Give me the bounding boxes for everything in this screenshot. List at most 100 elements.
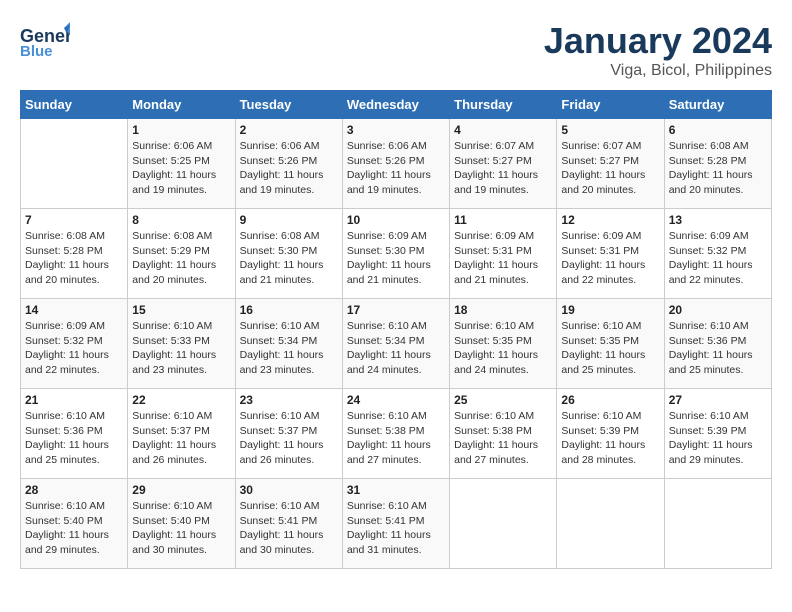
page-header: General Blue January 2024 Viga, Bicol, P…: [20, 20, 772, 80]
day-number: 12: [561, 213, 659, 227]
day-number: 27: [669, 393, 767, 407]
day-info: Sunrise: 6:09 AM Sunset: 5:32 PM Dayligh…: [669, 229, 767, 288]
calendar-cell: 10 Sunrise: 6:09 AM Sunset: 5:30 PM Dayli…: [342, 209, 449, 299]
day-number: 31: [347, 483, 445, 497]
day-number: 8: [132, 213, 230, 227]
day-info: Sunrise: 6:06 AM Sunset: 5:25 PM Dayligh…: [132, 139, 230, 198]
day-info: Sunrise: 6:10 AM Sunset: 5:38 PM Dayligh…: [347, 409, 445, 468]
day-info: Sunrise: 6:10 AM Sunset: 5:37 PM Dayligh…: [132, 409, 230, 468]
day-info: Sunrise: 6:10 AM Sunset: 5:40 PM Dayligh…: [25, 499, 123, 558]
weekday-header: Thursday: [450, 91, 557, 119]
day-info: Sunrise: 6:08 AM Sunset: 5:28 PM Dayligh…: [669, 139, 767, 198]
calendar-cell: [664, 479, 771, 569]
weekday-header: Monday: [128, 91, 235, 119]
calendar-cell: [557, 479, 664, 569]
calendar-cell: 27 Sunrise: 6:10 AM Sunset: 5:39 PM Dayli…: [664, 389, 771, 479]
title-block: January 2024 Viga, Bicol, Philippines: [544, 20, 772, 80]
day-number: 15: [132, 303, 230, 317]
calendar-cell: 30 Sunrise: 6:10 AM Sunset: 5:41 PM Dayli…: [235, 479, 342, 569]
day-info: Sunrise: 6:09 AM Sunset: 5:30 PM Dayligh…: [347, 229, 445, 288]
calendar-cell: 4Sunrise: 6:07 AM Sunset: 5:27 PM Daylig…: [450, 119, 557, 209]
day-number: 19: [561, 303, 659, 317]
calendar-cell: 21 Sunrise: 6:10 AM Sunset: 5:36 PM Dayli…: [21, 389, 128, 479]
day-info: Sunrise: 6:10 AM Sunset: 5:39 PM Dayligh…: [669, 409, 767, 468]
day-info: Sunrise: 6:06 AM Sunset: 5:26 PM Dayligh…: [347, 139, 445, 198]
day-number: 3: [347, 123, 445, 137]
weekday-header: Saturday: [664, 91, 771, 119]
day-info: Sunrise: 6:09 AM Sunset: 5:32 PM Dayligh…: [25, 319, 123, 378]
calendar-cell: 5 Sunrise: 6:07 AM Sunset: 5:27 PM Daylig…: [557, 119, 664, 209]
day-info: Sunrise: 6:10 AM Sunset: 5:37 PM Dayligh…: [240, 409, 338, 468]
calendar-cell: 9 Sunrise: 6:08 AM Sunset: 5:30 PM Daylig…: [235, 209, 342, 299]
calendar-cell: 20 Sunrise: 6:10 AM Sunset: 5:36 PM Dayli…: [664, 299, 771, 389]
calendar-cell: 11 Sunrise: 6:09 AM Sunset: 5:31 PM Dayli…: [450, 209, 557, 299]
day-info: Sunrise: 6:10 AM Sunset: 5:34 PM Dayligh…: [240, 319, 338, 378]
calendar-table: SundayMondayTuesdayWednesdayThursdayFrid…: [20, 90, 772, 569]
day-info: Sunrise: 6:08 AM Sunset: 5:28 PM Dayligh…: [25, 229, 123, 288]
day-info: Sunrise: 6:08 AM Sunset: 5:30 PM Dayligh…: [240, 229, 338, 288]
day-number: 29: [132, 483, 230, 497]
calendar-cell: 28Sunrise: 6:10 AM Sunset: 5:40 PM Dayli…: [21, 479, 128, 569]
calendar-cell: 13 Sunrise: 6:09 AM Sunset: 5:32 PM Dayli…: [664, 209, 771, 299]
day-info: Sunrise: 6:10 AM Sunset: 5:34 PM Dayligh…: [347, 319, 445, 378]
day-number: 7: [25, 213, 123, 227]
day-number: 21: [25, 393, 123, 407]
calendar-cell: 24 Sunrise: 6:10 AM Sunset: 5:38 PM Dayli…: [342, 389, 449, 479]
day-info: Sunrise: 6:08 AM Sunset: 5:29 PM Dayligh…: [132, 229, 230, 288]
calendar-cell: 2 Sunrise: 6:06 AM Sunset: 5:26 PM Daylig…: [235, 119, 342, 209]
calendar-cell: 31Sunrise: 6:10 AM Sunset: 5:41 PM Dayli…: [342, 479, 449, 569]
day-info: Sunrise: 6:06 AM Sunset: 5:26 PM Dayligh…: [240, 139, 338, 198]
calendar-cell: 19Sunrise: 6:10 AM Sunset: 5:35 PM Dayli…: [557, 299, 664, 389]
day-number: 14: [25, 303, 123, 317]
calendar-cell: 16Sunrise: 6:10 AM Sunset: 5:34 PM Dayli…: [235, 299, 342, 389]
day-info: Sunrise: 6:10 AM Sunset: 5:38 PM Dayligh…: [454, 409, 552, 468]
weekday-header: Wednesday: [342, 91, 449, 119]
day-info: Sunrise: 6:10 AM Sunset: 5:41 PM Dayligh…: [240, 499, 338, 558]
day-number: 5: [561, 123, 659, 137]
calendar-cell: [21, 119, 128, 209]
location: Viga, Bicol, Philippines: [544, 62, 772, 80]
day-number: 10: [347, 213, 445, 227]
day-number: 22: [132, 393, 230, 407]
calendar-cell: 26Sunrise: 6:10 AM Sunset: 5:39 PM Dayli…: [557, 389, 664, 479]
calendar-week-row: 7 Sunrise: 6:08 AM Sunset: 5:28 PM Daylig…: [21, 209, 772, 299]
day-number: 23: [240, 393, 338, 407]
day-info: Sunrise: 6:10 AM Sunset: 5:36 PM Dayligh…: [669, 319, 767, 378]
day-info: Sunrise: 6:09 AM Sunset: 5:31 PM Dayligh…: [454, 229, 552, 288]
calendar-cell: 17 Sunrise: 6:10 AM Sunset: 5:34 PM Dayli…: [342, 299, 449, 389]
day-number: 25: [454, 393, 552, 407]
calendar-cell: 14 Sunrise: 6:09 AM Sunset: 5:32 PM Dayli…: [21, 299, 128, 389]
calendar-week-row: 14 Sunrise: 6:09 AM Sunset: 5:32 PM Dayli…: [21, 299, 772, 389]
calendar-week-row: 21 Sunrise: 6:10 AM Sunset: 5:36 PM Dayli…: [21, 389, 772, 479]
weekday-header-row: SundayMondayTuesdayWednesdayThursdayFrid…: [21, 91, 772, 119]
day-info: Sunrise: 6:07 AM Sunset: 5:27 PM Dayligh…: [561, 139, 659, 198]
day-info: Sunrise: 6:10 AM Sunset: 5:35 PM Dayligh…: [454, 319, 552, 378]
day-info: Sunrise: 6:10 AM Sunset: 5:36 PM Dayligh…: [25, 409, 123, 468]
calendar-cell: 22 Sunrise: 6:10 AM Sunset: 5:37 PM Dayli…: [128, 389, 235, 479]
day-info: Sunrise: 6:10 AM Sunset: 5:33 PM Dayligh…: [132, 319, 230, 378]
day-number: 6: [669, 123, 767, 137]
day-number: 9: [240, 213, 338, 227]
calendar-cell: 8 Sunrise: 6:08 AM Sunset: 5:29 PM Daylig…: [128, 209, 235, 299]
weekday-header: Friday: [557, 91, 664, 119]
calendar-cell: 29Sunrise: 6:10 AM Sunset: 5:40 PM Dayli…: [128, 479, 235, 569]
weekday-header: Tuesday: [235, 91, 342, 119]
day-number: 17: [347, 303, 445, 317]
day-number: 18: [454, 303, 552, 317]
day-number: 11: [454, 213, 552, 227]
day-number: 13: [669, 213, 767, 227]
day-info: Sunrise: 6:09 AM Sunset: 5:31 PM Dayligh…: [561, 229, 659, 288]
day-number: 2: [240, 123, 338, 137]
month-title: January 2024: [544, 20, 772, 62]
calendar-cell: 3 Sunrise: 6:06 AM Sunset: 5:26 PM Daylig…: [342, 119, 449, 209]
day-number: 1: [132, 123, 230, 137]
calendar-cell: 18 Sunrise: 6:10 AM Sunset: 5:35 PM Dayli…: [450, 299, 557, 389]
calendar-cell: [450, 479, 557, 569]
day-number: 20: [669, 303, 767, 317]
calendar-cell: 25 Sunrise: 6:10 AM Sunset: 5:38 PM Dayli…: [450, 389, 557, 479]
day-info: Sunrise: 6:10 AM Sunset: 5:39 PM Dayligh…: [561, 409, 659, 468]
day-info: Sunrise: 6:07 AM Sunset: 5:27 PM Dayligh…: [454, 139, 552, 198]
logo: General Blue: [20, 20, 70, 60]
day-number: 30: [240, 483, 338, 497]
day-number: 24: [347, 393, 445, 407]
